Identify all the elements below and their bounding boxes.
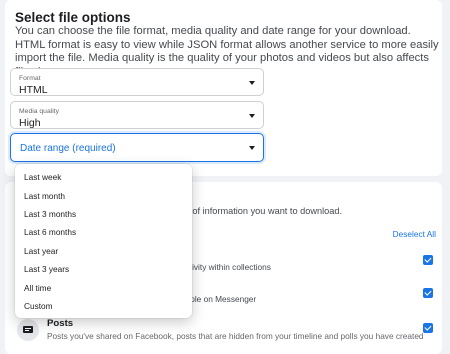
format-label: Format [19,75,41,82]
date-option-custom[interactable]: Custom [24,301,53,311]
format-value: HTML [19,84,48,96]
deselect-all-link[interactable]: Deselect All [393,229,436,239]
posts-icon [17,319,39,341]
info-row-messenger-text: eople on Messenger [181,294,257,304]
chevron-down-icon [249,114,255,118]
date-range-select[interactable]: Date range (required) [10,133,264,162]
date-option-last-year[interactable]: Last year [24,246,58,256]
checkbox-posts[interactable] [423,323,433,333]
info-intro-text: pes of information you want to download. [175,206,343,216]
media-quality-select[interactable]: Media quality High [10,101,264,129]
checkbox-collections[interactable] [423,255,433,265]
date-option-last-month[interactable]: Last month [24,191,65,201]
date-range-dropdown-menu: Last week Last month Last 3 months Last … [15,164,192,318]
format-select[interactable]: Format HTML [10,68,264,96]
date-option-last-6-months[interactable]: Last 6 months [24,227,76,237]
checkbox-messenger[interactable] [423,288,433,298]
posts-description: Posts you've shared on Facebook, posts t… [47,331,424,341]
media-quality-value: High [19,117,41,129]
media-quality-label: Media quality [19,108,60,115]
chevron-down-icon [249,81,255,85]
date-option-last-3-years[interactable]: Last 3 years [24,264,69,274]
info-row-collections-text: activity within collections [181,262,271,272]
chevron-down-icon [249,146,255,150]
date-range-placeholder: Date range (required) [20,143,116,154]
posts-title: Posts [47,318,74,329]
date-option-last-week[interactable]: Last week [24,172,61,182]
date-option-last-3-months[interactable]: Last 3 months [24,209,76,219]
date-option-all-time[interactable]: All time [24,283,51,293]
section-heading: Select file options [15,10,131,25]
